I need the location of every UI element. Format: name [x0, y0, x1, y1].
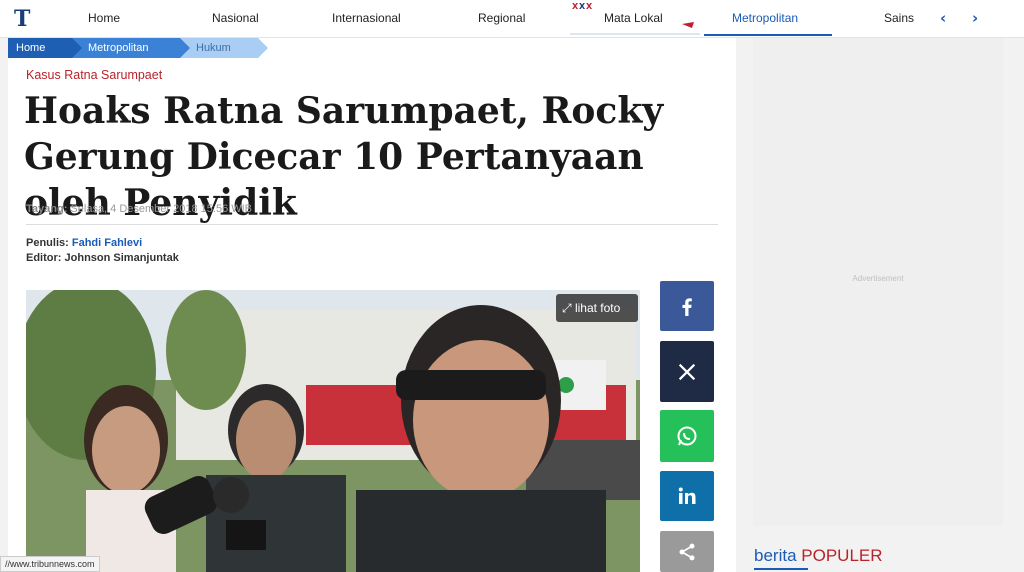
top-navigation: T Home Nasional Internasional Regional X…: [0, 0, 1024, 38]
svg-text:X: X: [579, 2, 586, 11]
share-whatsapp-button[interactable]: [660, 410, 714, 462]
tribun-logo-icon[interactable]: T: [14, 6, 36, 32]
breadcrumb: Home Metropolitan Hukum: [8, 38, 268, 58]
chevron-left-icon[interactable]: ‹: [940, 9, 946, 27]
lihat-foto-label: lihat foto: [574, 301, 621, 315]
lihat-foto-button[interactable]: ⤢ lihat foto: [556, 294, 638, 322]
penulis-link[interactable]: Fahdi Fahlevi: [72, 237, 142, 249]
svg-text:X: X: [572, 2, 579, 11]
share-more-button[interactable]: [660, 531, 714, 572]
nav-item-mata-lokal[interactable]: Mata Lokal: [604, 11, 663, 25]
nav-item-sains[interactable]: Sains: [884, 11, 914, 25]
chevron-right-icon[interactable]: ›: [972, 9, 978, 27]
penulis-label: Penulis:: [26, 237, 69, 249]
breadcrumb-home[interactable]: Home: [8, 38, 82, 58]
popular-underline: [754, 568, 808, 570]
facebook-icon: [682, 298, 692, 316]
nav-item-regional[interactable]: Regional: [478, 11, 525, 25]
article-kicker[interactable]: Kasus Ratna Sarumpaet: [26, 68, 162, 82]
share-facebook-button[interactable]: [660, 281, 714, 331]
whatsapp-icon: [677, 426, 697, 446]
article-photo[interactable]: [26, 290, 640, 572]
tayang-label: Tayang:: [26, 203, 68, 215]
share-linkedin-button[interactable]: [660, 471, 714, 521]
editor-label: Editor:: [26, 252, 62, 264]
svg-text:X: X: [586, 2, 593, 11]
author-info: Penulis: Fahdi Fahlevi Editor: Johnson S…: [26, 236, 179, 266]
share-x-button[interactable]: [660, 341, 714, 402]
nav-item-metropolitan[interactable]: Metropolitan: [732, 11, 798, 25]
publish-time: Tayang: Selasa, 4 Desember 2018 15:56 WI…: [26, 203, 252, 215]
share-icon: [679, 543, 695, 561]
berita-populer-heading: berita POPULER: [754, 546, 883, 566]
status-bar-url: //www.tribunnews.com: [0, 556, 100, 572]
nav-item-nasional[interactable]: Nasional: [212, 11, 259, 25]
x-icon: [678, 363, 696, 381]
divider: [26, 224, 718, 225]
popular-word-populer: POPULER: [801, 546, 883, 565]
popular-word-berita: berita: [754, 546, 797, 565]
nav-item-internasional[interactable]: Internasional: [332, 11, 401, 25]
active-tab-indicator: [704, 34, 832, 36]
breadcrumb-hukum[interactable]: Hukum: [180, 38, 268, 58]
breadcrumb-metropolitan[interactable]: Metropolitan: [72, 38, 190, 58]
editor-name: Johnson Simanjuntak: [64, 252, 179, 264]
tayang-value: Selasa, 4 Desember 2018 15:56 WIB: [70, 203, 253, 215]
expand-icon: ⤢: [562, 301, 572, 315]
advertisement-label: Advertisement: [852, 274, 904, 283]
linkedin-icon: [678, 487, 696, 504]
nav-item-home[interactable]: Home: [88, 11, 120, 25]
